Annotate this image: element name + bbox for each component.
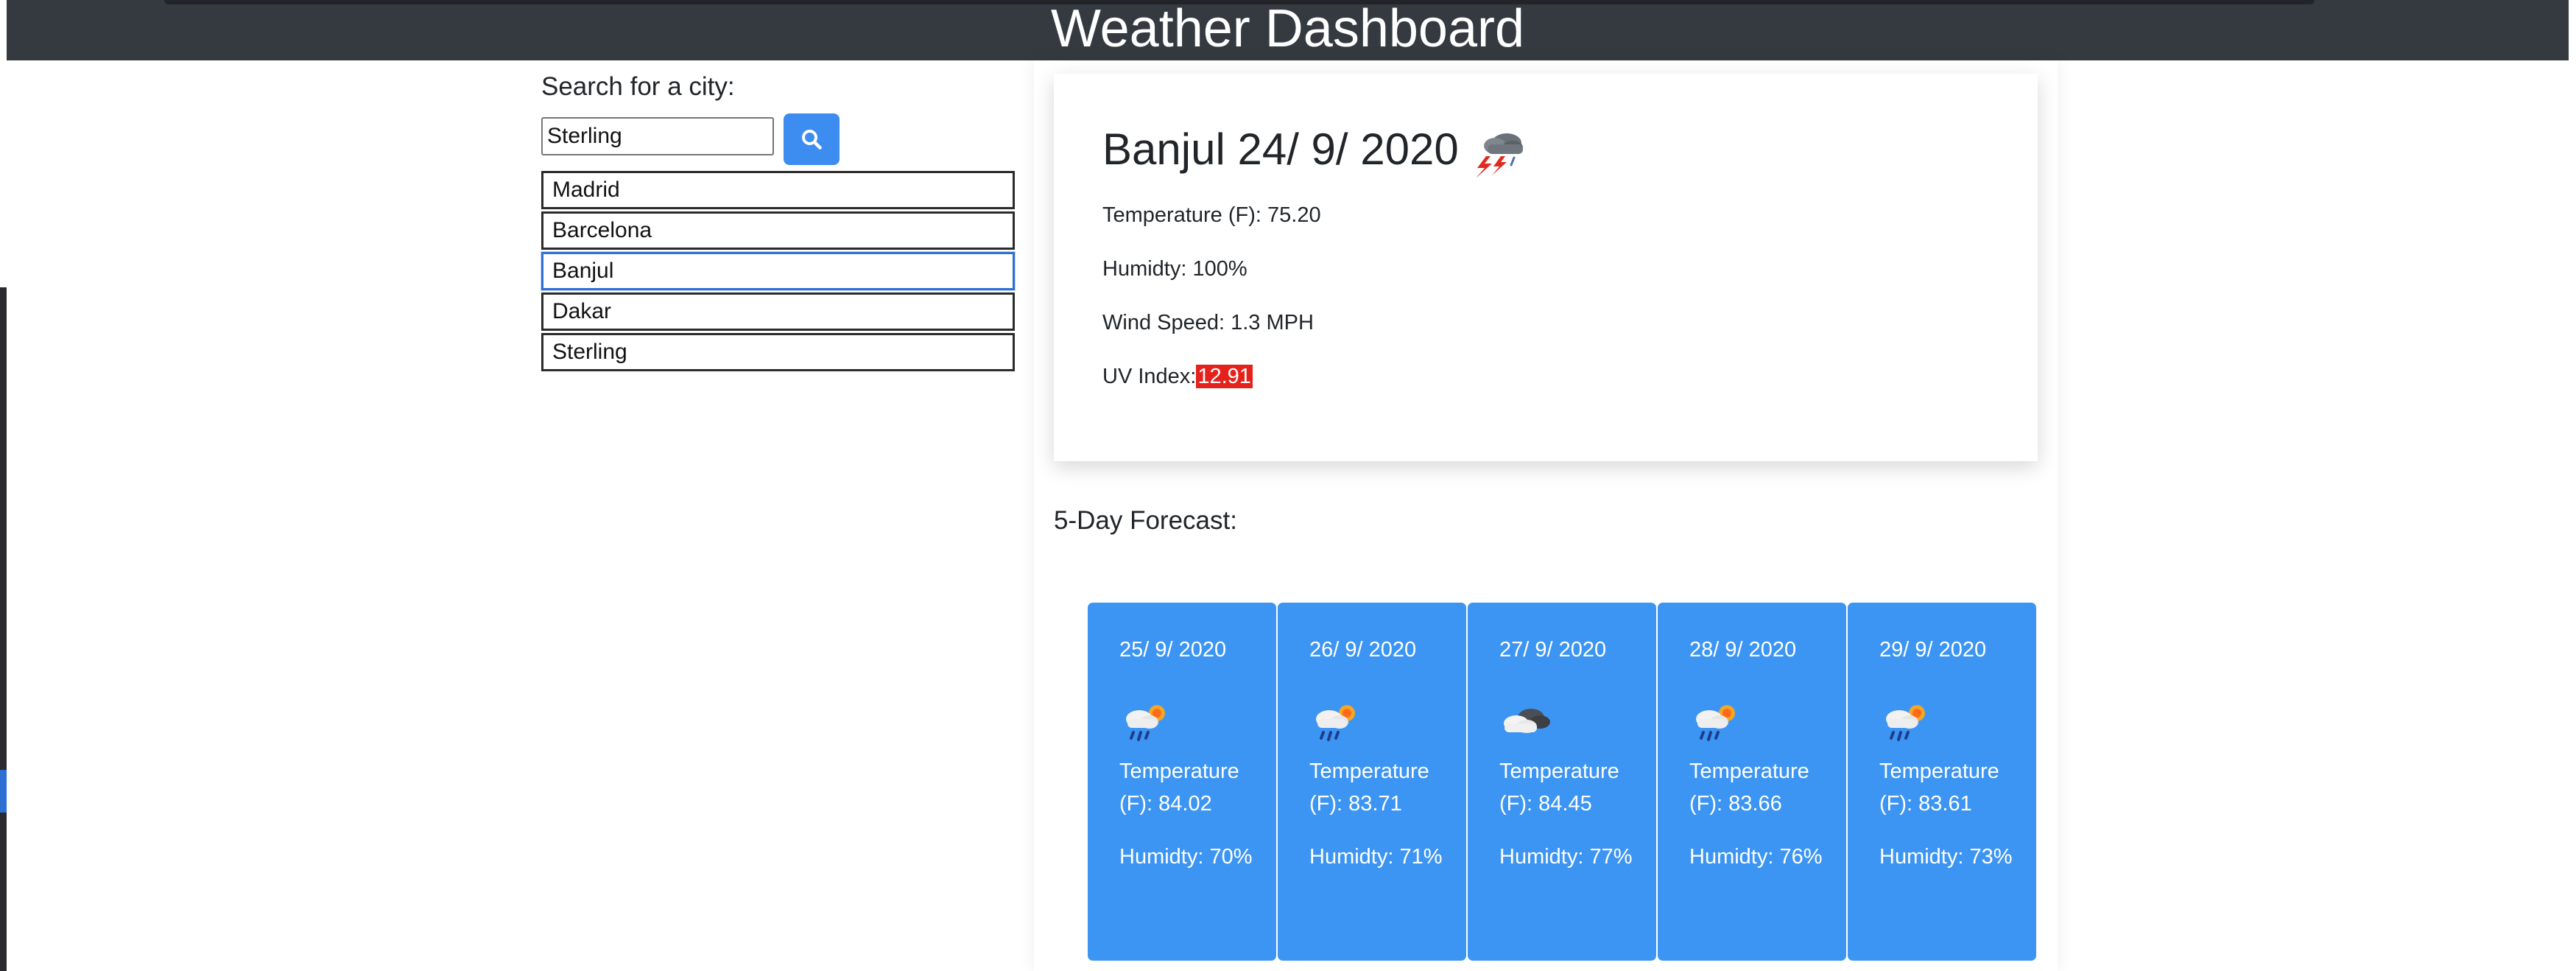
cloud-icon — [1504, 709, 1550, 733]
page-title: Weather Dashboard — [1050, 0, 1525, 58]
history-item-madrid[interactable]: Madrid — [541, 171, 1015, 209]
search-label: Search for a city: — [541, 72, 735, 101]
search-button[interactable] — [784, 113, 840, 165]
current-temperature: Temperature (F): 75.20 — [1102, 203, 1321, 227]
history-item-banjul[interactable]: Banjul — [541, 252, 1015, 290]
forecast-humidity: Humidty: 71% — [1309, 845, 1443, 869]
forecast-date: 29/ 9/ 2020 — [1879, 638, 1987, 662]
window-edge-left-top — [0, 0, 7, 287]
current-city-date: Banjul 24/ 9/ 2020 — [1102, 125, 1459, 174]
history-item-dakar[interactable]: Dakar — [541, 292, 1015, 331]
forecast-temperature: Temperature (F): 83.61 — [1879, 760, 1999, 816]
window-edge-left-highlight — [0, 770, 7, 813]
forecast-card: 27/ 9/ 2020 Temperature (F): 84.45 Humid… — [1468, 603, 1656, 961]
forecast-card: 26/ 9/ 2020 Temperature (F): 83.71 Humid… — [1278, 603, 1466, 961]
current-humidity: Humidty: 100% — [1102, 257, 1247, 281]
thunderstorm-icon — [1476, 133, 1523, 178]
forecast-temperature: Temperature (F): 84.02 — [1119, 760, 1239, 816]
forecast-temperature: Temperature (F): 83.66 — [1689, 760, 1809, 816]
rain-sun-icon — [1316, 705, 1355, 741]
rain-sun-icon — [1126, 705, 1165, 741]
history-item-sterling[interactable]: Sterling — [541, 333, 1015, 371]
search-history-list: Madrid Barcelona Banjul Dakar Sterling — [541, 171, 1015, 374]
rain-sun-icon — [1696, 705, 1735, 741]
uv-index-badge: 12.91 — [1196, 365, 1253, 388]
rain-sun-icon — [1886, 705, 1925, 741]
forecast-date: 27/ 9/ 2020 — [1499, 638, 1607, 662]
search-input[interactable] — [541, 117, 774, 155]
forecast-humidity: Humidty: 73% — [1879, 845, 2013, 869]
search-icon — [802, 130, 822, 150]
current-wind-speed: Wind Speed: 1.3 MPH — [1102, 311, 1314, 334]
header-bar: Weather Dashboard — [7, 0, 2569, 60]
history-item-barcelona[interactable]: Barcelona — [541, 211, 1015, 250]
window-edge-right — [2569, 0, 2576, 971]
forecast-card: 25/ 9/ 2020 Temperature (F): 84.02 Humid… — [1088, 603, 1276, 961]
forecast-humidity: Humidty: 70% — [1119, 845, 1253, 869]
forecast-humidity: Humidty: 77% — [1499, 845, 1633, 869]
current-uv-index: UV Index:12.91 — [1102, 362, 1253, 391]
forecast-date: 25/ 9/ 2020 — [1119, 638, 1227, 662]
forecast-temperature: Temperature (F): 84.45 — [1499, 760, 1619, 816]
forecast-heading: 5-Day Forecast: — [1054, 506, 1237, 535]
forecast-card: 28/ 9/ 2020 Temperature (F): 83.66 Humid… — [1658, 603, 1846, 961]
forecast-humidity: Humidty: 76% — [1689, 845, 1823, 869]
forecast-card: 29/ 9/ 2020 Temperature (F): 83.61 Humid… — [1848, 603, 2036, 961]
forecast-temperature: Temperature (F): 83.71 — [1309, 760, 1429, 816]
forecast-date: 26/ 9/ 2020 — [1309, 638, 1417, 662]
uv-index-label: UV Index: — [1102, 365, 1197, 388]
forecast-date: 28/ 9/ 2020 — [1689, 638, 1797, 662]
